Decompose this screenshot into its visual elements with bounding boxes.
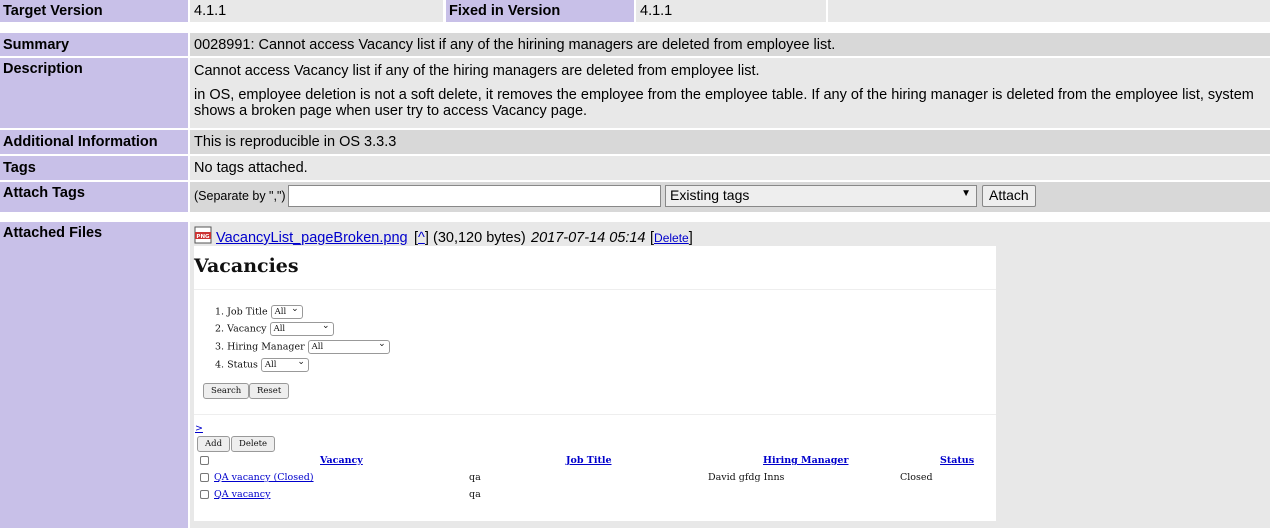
preview-filter-status: 4. Status All <box>215 357 309 372</box>
fixed-in-version-value: 4.1.1 <box>636 0 826 22</box>
fixed-in-version-label: Fixed in Version <box>446 0 634 22</box>
description-line-2: in OS, employee deletion is not a soft d… <box>194 87 1254 119</box>
target-version-value: 4.1.1 <box>190 0 443 22</box>
preview-filter-job-title: 1. Job Title All <box>215 304 303 319</box>
description-line-1: Cannot access Vacancy list if any of the… <box>194 63 760 79</box>
preview-heading: Vacancies <box>194 255 299 277</box>
preview-row-hiring-manager: David gfdg Inns <box>708 472 785 483</box>
preview-row-vacancy-link: QA vacancy (Closed) <box>214 472 314 483</box>
attach-tags-row: (Separate by ",") Existing tags ▼ Attach <box>190 182 1270 212</box>
delete-link-wrapper: [Delete] <box>650 230 693 246</box>
additional-info-label: Additional Information <box>0 130 188 154</box>
summary-label: Summary <box>0 33 188 56</box>
preview-row-checkbox <box>200 490 209 499</box>
tags-label: Tags <box>0 156 188 180</box>
preview-delete-button: Delete <box>231 436 276 452</box>
preview-row-job-title: qa <box>469 472 481 483</box>
preview-add-button: Add <box>197 436 231 452</box>
preview-filter-select-value: All <box>311 342 324 352</box>
preview-reset-button: Reset <box>249 383 290 399</box>
tags-value: No tags attached. <box>190 156 1270 180</box>
delete-attachment-link[interactable]: Delete <box>654 231 689 245</box>
preview-filter-hiring-manager: 3. Hiring Manager All <box>215 339 390 354</box>
preview-filter-vacancy: 2. Vacancy All <box>215 321 334 336</box>
preview-filter-select-value: All <box>273 324 286 334</box>
summary-value: 0028991: Cannot access Vacancy list if a… <box>190 33 1270 56</box>
preview-divider <box>194 289 996 290</box>
preview-filter-select-value: All <box>264 360 277 370</box>
description-label: Description <box>0 58 188 128</box>
preview-divider <box>194 414 996 415</box>
preview-search-button: Search <box>203 383 250 399</box>
tags-input[interactable] <box>288 185 661 207</box>
target-version-label: Target Version <box>0 0 188 22</box>
preview-row-vacancy-link: QA vacancy <box>214 489 271 500</box>
attached-files-label: Attached Files <box>0 222 188 528</box>
png-file-icon: PNG <box>194 226 212 244</box>
preview-row-status: Closed <box>900 472 933 483</box>
separator-hint: (Separate by ",") <box>194 189 286 203</box>
attachment-date: 2017-07-14 05:14 <box>531 230 646 246</box>
preview-filter-label: 4. Status <box>215 359 258 371</box>
preview-col-hiring-manager: Hiring Manager <box>763 455 849 466</box>
preview-row-checkbox <box>200 473 209 482</box>
attachment-size: (30,120 bytes) <box>433 230 526 246</box>
attach-button[interactable]: Attach <box>982 185 1036 207</box>
existing-tags-select[interactable]: Existing tags ▼ <box>665 185 977 207</box>
preview-filter-select: All <box>270 304 303 319</box>
svg-text:PNG: PNG <box>196 234 210 240</box>
preview-row-job-title: qa <box>469 489 481 500</box>
description-value: Cannot access Vacancy list if any of the… <box>190 58 1270 128</box>
preview-filter-label: 1. Job Title <box>215 306 268 318</box>
attach-tags-label: Attach Tags <box>0 182 188 212</box>
attachment-preview-image: Vacancies 1. Job Title All 2. Vacancy Al… <box>194 246 996 521</box>
dropdown-arrow-icon: ▼ <box>961 188 971 199</box>
preview-col-job-title: Job Title <box>566 455 612 466</box>
preview-col-vacancy: Vacancy <box>320 455 363 466</box>
preview-select-all-checkbox <box>200 456 209 465</box>
preview-filter-label: 2. Vacancy <box>215 323 267 335</box>
preview-filter-label: 3. Hiring Manager <box>215 341 305 353</box>
preview-filter-select: All <box>260 357 309 372</box>
preview-col-status: Status <box>940 455 975 466</box>
existing-tags-select-value: Existing tags <box>670 187 750 203</box>
additional-info-value: This is reproducible in OS 3.3.3 <box>190 130 1270 154</box>
caret-link-wrapper: [^] <box>414 230 429 246</box>
preview-filter-select: All <box>269 321 334 336</box>
preview-filter-select-value: All <box>274 307 287 317</box>
preview-filter-select: All <box>307 339 390 354</box>
caret-link[interactable]: ^ <box>418 230 425 246</box>
empty-cell <box>828 0 1270 22</box>
preview-gt-link: > <box>195 423 203 434</box>
attachment-filename-link[interactable]: VacancyList_pageBroken.png <box>216 230 408 246</box>
